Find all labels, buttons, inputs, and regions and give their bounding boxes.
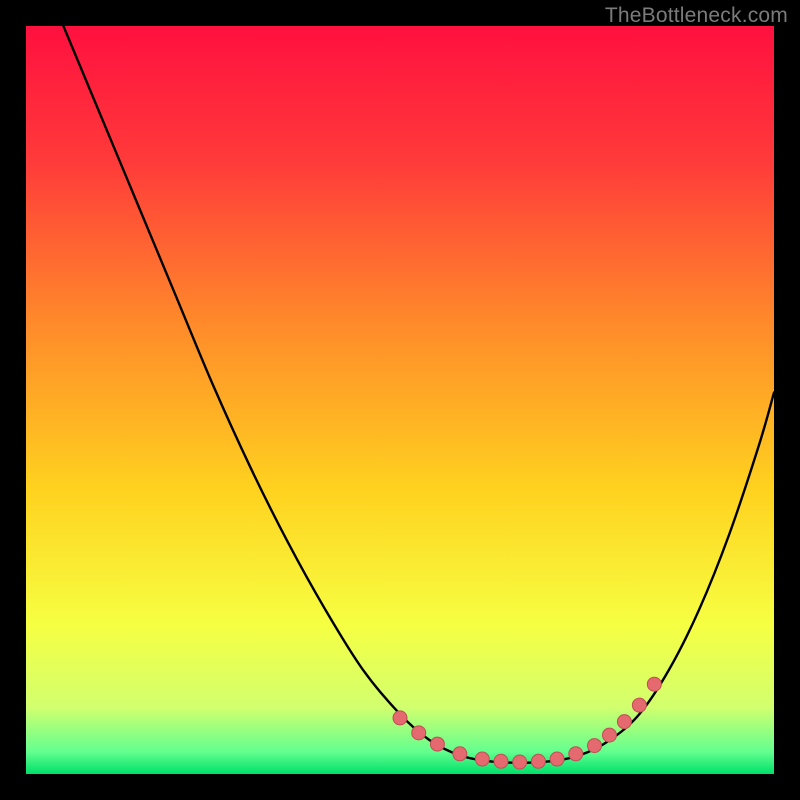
bottleneck-curve-chart bbox=[0, 0, 800, 800]
curve-dot bbox=[587, 739, 601, 753]
curve-dot bbox=[617, 715, 631, 729]
curve-dot bbox=[475, 752, 489, 766]
curve-dot bbox=[453, 747, 467, 761]
curve-dot bbox=[569, 747, 583, 761]
curve-dot bbox=[602, 728, 616, 742]
curve-dot bbox=[550, 752, 564, 766]
curve-dot bbox=[531, 754, 545, 768]
curve-dot bbox=[632, 698, 646, 712]
curve-dot bbox=[430, 737, 444, 751]
watermark-text: TheBottleneck.com bbox=[605, 4, 788, 28]
curve-dot bbox=[494, 754, 508, 768]
curve-dot bbox=[393, 711, 407, 725]
curve-dot bbox=[513, 755, 527, 769]
curve-dot bbox=[647, 677, 661, 691]
plot-area bbox=[26, 26, 774, 774]
curve-dot bbox=[412, 726, 426, 740]
chart-container: TheBottleneck.com bbox=[0, 0, 800, 800]
